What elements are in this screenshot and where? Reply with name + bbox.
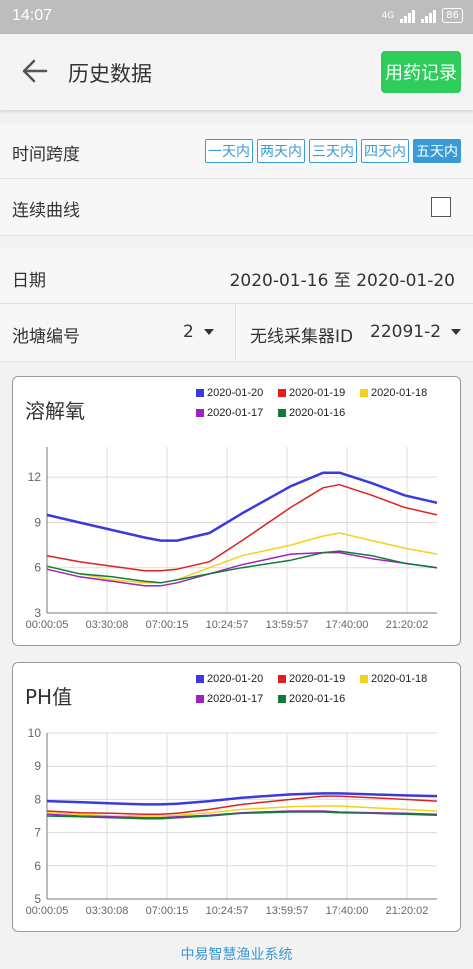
y-tick-label: 12 (28, 470, 42, 484)
medication-record-button[interactable]: 用药记录 (381, 51, 461, 93)
y-tick-label: 6 (34, 561, 41, 575)
tab-one-day[interactable]: 一天内 (205, 139, 253, 163)
collector-select[interactable]: 22091-2 (370, 322, 462, 342)
app-bar: 历史数据 用药记录 (0, 34, 473, 110)
y-tick-label: 10 (28, 726, 42, 740)
status-time: 14:07 (12, 7, 53, 24)
y-tick-label: 5 (34, 892, 41, 906)
signal-icon (400, 9, 416, 23)
time-span-row: 时间跨度 一天内 两天内 三天内 四天内 五天内 (0, 124, 473, 179)
x-tick-label: 17:40:00 (326, 619, 369, 631)
x-tick-label: 07:00:15 (146, 619, 189, 631)
status-bar: 14:07 4G 86 (0, 0, 473, 34)
back-arrow-icon[interactable] (20, 56, 50, 86)
x-tick-label: 00:00:05 (26, 619, 69, 631)
collector-value: 22091-2 (370, 322, 442, 342)
x-tick-label: 21:20:02 (386, 905, 429, 917)
signal-icon (421, 9, 437, 23)
tab-two-days[interactable]: 两天内 (257, 139, 305, 163)
x-tick-label: 10:24:57 (206, 619, 249, 631)
date-row: 日期 2020-01-16 至 2020-01-20 (0, 248, 473, 304)
page-title: 历史数据 (68, 62, 152, 86)
dissolved-oxygen-card: 溶解氧 2020-01-20 2020-01-19 2020-01-18 202… (12, 376, 461, 646)
footer-brand: 中易智慧渔业系统 (180, 947, 293, 963)
x-tick-label: 10:24:57 (206, 905, 249, 917)
x-tick-label: 13:59:57 (266, 619, 309, 631)
y-tick-label: 3 (34, 606, 41, 620)
date-label: 日期 (12, 271, 46, 291)
pond-select[interactable]: 2 (183, 322, 214, 342)
continuous-curve-checkbox[interactable] (431, 197, 451, 217)
y-tick-label: 9 (34, 515, 41, 529)
pond-value: 2 (183, 322, 194, 342)
time-span-tabs: 一天内 两天内 三天内 四天内 五天内 (205, 139, 461, 163)
dropdown-caret-icon (451, 329, 462, 335)
date-range-value[interactable]: 2020-01-16 至 2020-01-20 (230, 266, 455, 291)
network-type: 4G (381, 10, 395, 21)
x-tick-label: 13:59:57 (266, 905, 309, 917)
y-tick-label: 7 (34, 826, 41, 840)
pond-collector-row: 池塘编号 2 无线采集器ID 22091-2 (0, 304, 473, 362)
tab-four-days[interactable]: 四天内 (361, 139, 409, 163)
dissolved-oxygen-chart: 00:00:05 03:30:08 07:00:15 10:24:57 13:59:57… (26, 447, 438, 631)
ph-chart: 00:00:05 03:30:08 07:00:15 10:24:57 13:59:57… (26, 726, 438, 917)
pond-label: 池塘编号 (12, 327, 80, 347)
x-tick-label: 03:30:08 (86, 905, 129, 917)
divider (235, 304, 236, 360)
tab-five-days[interactable]: 五天内 (413, 139, 461, 163)
y-tick-label: 9 (34, 759, 41, 773)
x-tick-label: 07:00:15 (146, 905, 189, 917)
continuous-curve-row: 连续曲线 (0, 179, 473, 236)
series-line-2020-01-17 (46, 810, 438, 819)
series-line-2020-01-20 (46, 471, 438, 542)
status-icons: 4G 86 (382, 8, 463, 23)
continuous-curve-label: 连续曲线 (12, 201, 80, 221)
x-tick-label: 03:30:08 (86, 619, 129, 631)
x-tick-label: 00:00:05 (26, 905, 69, 917)
x-tick-label: 17:40:00 (326, 905, 369, 917)
collector-label: 无线采集器ID (250, 327, 354, 347)
y-tick-label: 8 (34, 792, 41, 806)
y-tick-label: 6 (34, 859, 41, 873)
grid (47, 447, 437, 614)
ph-card: PH值 2020-01-20 2020-01-19 2020-01-18 202… (12, 662, 461, 932)
tab-three-days[interactable]: 三天内 (309, 139, 357, 163)
x-tick-label: 21:20:02 (386, 619, 429, 631)
dropdown-caret-icon (203, 329, 214, 335)
battery-icon: 86 (442, 8, 463, 23)
series-line-2020-01-18 (46, 805, 438, 817)
time-span-label: 时间跨度 (12, 145, 80, 165)
